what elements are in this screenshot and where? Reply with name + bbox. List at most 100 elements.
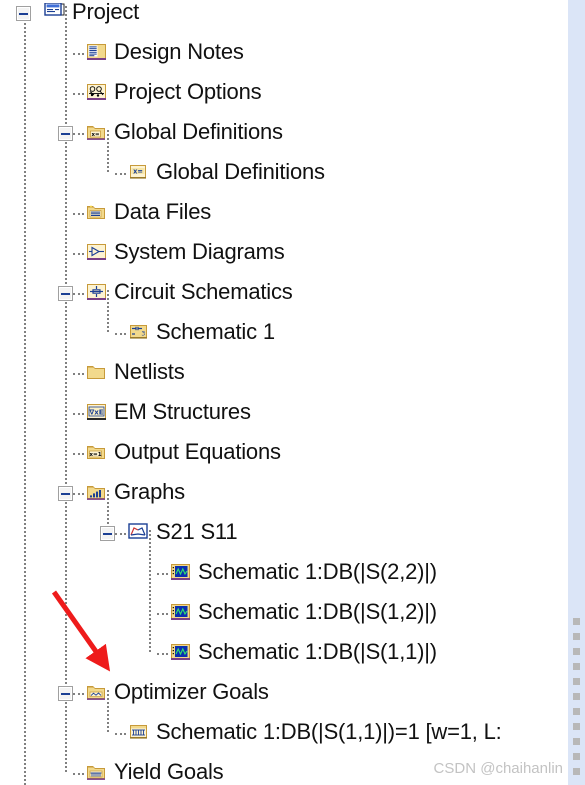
tree-node-global-definitions[interactable]: x= Global Definitions <box>0 114 568 154</box>
yield-folder-icon <box>86 763 108 782</box>
scrollbar-thumb-dot <box>573 618 580 625</box>
tree-node-label: Schematic 1 <box>156 319 275 344</box>
scrollbar-thumb-dot <box>573 693 580 700</box>
scrollbar-thumb-dot <box>573 753 580 760</box>
tree-connector-stub <box>157 573 168 575</box>
tree-node-design-notes[interactable]: Design Notes <box>0 34 568 74</box>
tree-toggle-optimizer-goals[interactable] <box>58 686 73 701</box>
optimizer-folder-icon <box>86 683 108 702</box>
tree-node-output-equations[interactable]: x=1 Output Equations <box>0 434 568 474</box>
tree-node-netlists[interactable]: Netlists <box>0 354 568 394</box>
tree-node-label: Yield Goals <box>114 759 224 784</box>
tree-connector-stub <box>73 453 84 455</box>
tree-toggle-project[interactable] <box>16 6 31 21</box>
svg-text:x=: x= <box>92 132 100 138</box>
tree-node-project[interactable]: Project <box>0 0 568 34</box>
goal-icon <box>128 723 150 742</box>
svg-text:3: 3 <box>141 331 145 338</box>
tree-node-label: Global Definitions <box>156 159 325 184</box>
tree-node-label: Output Equations <box>114 439 281 464</box>
tree-node-global-definitions-item[interactable]: x= Global Definitions <box>0 154 568 194</box>
tree-node-project-options[interactable]: Project Options <box>0 74 568 114</box>
vertical-scrollbar[interactable] <box>568 0 585 785</box>
tree-connector-stub <box>73 253 84 255</box>
tree-node-label: Project <box>72 0 140 24</box>
watermark-text: CSDN @chaihanlin <box>433 760 563 777</box>
tree-toggle-global-definitions[interactable] <box>58 126 73 141</box>
tree-connector-stub <box>73 93 84 95</box>
equation-x1-icon: x= <box>128 163 150 182</box>
svg-text:x=1: x=1 <box>89 452 101 458</box>
tree-node-optimizer-goals[interactable]: Optimizer Goals <box>0 674 568 714</box>
tree-connector-stub <box>115 173 126 175</box>
trace-icon <box>170 563 192 582</box>
tree-node-label: Schematic 1:DB(|S(1,1)|) <box>198 639 437 664</box>
scrollbar-thumb-dot <box>573 678 580 685</box>
tree-node-optimizer-goal-1[interactable]: Schematic 1:DB(|S(1,1)|)=1 [w=1, L: <box>0 714 568 754</box>
graph-window-icon <box>128 523 150 542</box>
tree-toggle-circuit-schematics[interactable] <box>58 286 73 301</box>
scrollbar-thumb-dot <box>573 648 580 655</box>
graphs-folder-icon <box>86 483 108 502</box>
tree-connector-stub <box>73 773 84 775</box>
global-folder-icon: x= <box>86 123 108 142</box>
tree-connector-stub <box>73 53 84 55</box>
tree-node-label: Schematic 1:DB(|S(1,1)|)=1 [w=1, L: <box>156 719 502 744</box>
data-files-folder-icon <box>86 203 108 222</box>
plain-folder-icon <box>86 363 108 382</box>
tree-node-data-files[interactable]: Data Files <box>0 194 568 234</box>
system-diagram-icon <box>86 243 108 262</box>
em-structures-icon: ∇xE <box>86 403 108 422</box>
tree-node-trace-s12[interactable]: Schematic 1:DB(|S(1,2)|) <box>0 594 568 634</box>
project-options-icon <box>86 83 108 102</box>
scrollbar-thumb-dot <box>573 663 580 670</box>
tree-connector-stub <box>115 733 126 735</box>
tree-node-label: EM Structures <box>114 399 251 424</box>
tree-node-circuit-schematics[interactable]: Circuit Schematics <box>0 274 568 314</box>
tree-connector-stub <box>73 373 84 375</box>
tree-toggle-graphs[interactable] <box>58 486 73 501</box>
scrollbar-thumb-dot <box>573 723 580 730</box>
tree-node-trace-s11[interactable]: Schematic 1:DB(|S(1,1)|) <box>0 634 568 674</box>
tree-connector-stub <box>73 213 84 215</box>
tree-toggle-s21-s11[interactable] <box>100 526 115 541</box>
circuit-schematic-icon <box>86 283 108 302</box>
tree-node-s21-s11[interactable]: S21 S11 <box>0 514 568 554</box>
tree-node-label: Schematic 1:DB(|S(1,2)|) <box>198 599 437 624</box>
project-tree-panel[interactable]: Project Design Notes Project Options x= Glob… <box>0 0 568 785</box>
tree-node-system-diagrams[interactable]: System Diagrams <box>0 234 568 274</box>
tree-node-label: Netlists <box>114 359 185 384</box>
tree-node-label: Global Definitions <box>114 119 283 144</box>
tree-connector-stub <box>115 533 126 535</box>
svg-text:∇xE: ∇xE <box>89 408 103 416</box>
project-window-icon <box>44 3 66 22</box>
tree-node-trace-s22[interactable]: Schematic 1:DB(|S(2,2)|) <box>0 554 568 594</box>
trace-icon <box>170 603 192 622</box>
schematic-doc-icon: 3 <box>128 323 150 342</box>
design-notes-icon <box>86 43 108 62</box>
tree-node-graphs[interactable]: Graphs <box>0 474 568 514</box>
scrollbar-thumb-dot <box>573 738 580 745</box>
tree-node-label: Circuit Schematics <box>114 279 293 304</box>
tree-node-em-structures[interactable]: ∇xE EM Structures <box>0 394 568 434</box>
tree-connector-stub <box>157 613 168 615</box>
tree-node-label: Design Notes <box>114 39 244 64</box>
tree-connector-stub <box>157 653 168 655</box>
tree-connector-stub <box>73 493 84 495</box>
scrollbar-thumb-dot <box>573 768 580 775</box>
trace-icon <box>170 643 192 662</box>
tree-node-label: System Diagrams <box>114 239 285 264</box>
tree-node-label: Project Options <box>114 79 262 104</box>
tree-connector-stub <box>73 133 84 135</box>
tree-node-schematic-1[interactable]: 3 Schematic 1 <box>0 314 568 354</box>
svg-text:x=: x= <box>133 168 143 176</box>
tree-node-label: Optimizer Goals <box>114 679 269 704</box>
tree-node-label: Graphs <box>114 479 185 504</box>
vertical-scrollbar-thumb[interactable] <box>570 618 583 785</box>
tree-connector-stub <box>115 333 126 335</box>
output-equations-icon: x=1 <box>86 443 108 462</box>
tree-node-label: Data Files <box>114 199 212 224</box>
tree-node-label: S21 S11 <box>156 519 238 544</box>
tree-connector-stub <box>73 413 84 415</box>
tree-connector-stub <box>73 693 84 695</box>
